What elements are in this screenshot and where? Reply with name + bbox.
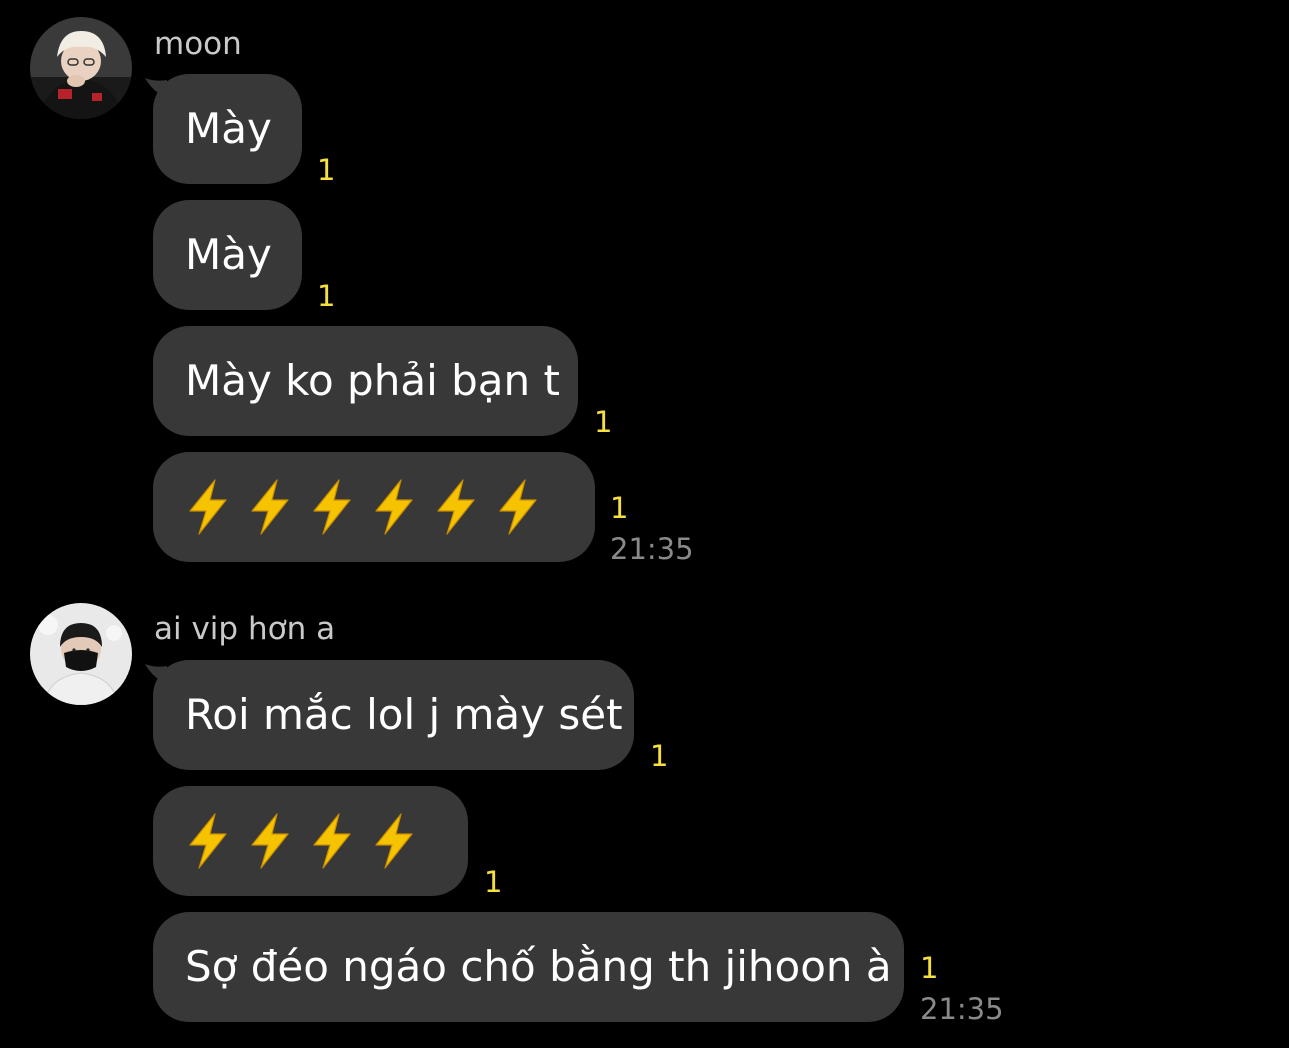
lightning-bolt-icon (251, 813, 289, 869)
message-bubble[interactable] (153, 452, 595, 562)
avatar-ai-vip-hon-a[interactable] (30, 603, 132, 705)
unread-count: 1 (484, 865, 503, 899)
message-text: Mày ko phải bạn t (185, 356, 560, 405)
user-avatar-icon (30, 603, 132, 705)
emoji-row (185, 813, 417, 869)
emoji-row (185, 479, 541, 535)
avatar-moon[interactable] (30, 17, 132, 119)
unread-count: 1 (317, 153, 336, 187)
unread-count: 1 (317, 279, 336, 313)
lightning-bolt-icon (189, 479, 227, 535)
unread-count: 1 (920, 951, 939, 985)
lightning-bolt-icon (251, 479, 289, 535)
sender-name-moon: moon (154, 26, 242, 62)
unread-count: 1 (650, 739, 669, 773)
lightning-bolt-icon (437, 479, 475, 535)
message-text: Sợ đéo ngáo chố bằng th jihoon à (185, 942, 892, 991)
unread-count: 1 (594, 405, 613, 439)
message-bubble[interactable]: Sợ đéo ngáo chố bằng th jihoon à (153, 912, 904, 1022)
message-text: Roi mắc lol j mày sét (185, 690, 623, 739)
message-bubble[interactable]: Mày ko phải bạn t (153, 326, 578, 436)
message-bubble[interactable] (153, 786, 468, 896)
message-timestamp: 21:35 (920, 992, 1004, 1026)
unread-count: 1 (610, 491, 629, 525)
message-bubble[interactable]: Mày (153, 200, 302, 310)
lightning-bolt-icon (313, 479, 351, 535)
sender-name-ai-vip-hon-a: ai vip hơn a (154, 611, 336, 647)
lightning-bolt-icon (189, 813, 227, 869)
lightning-bolt-icon (375, 479, 413, 535)
message-text: Mày (185, 230, 272, 279)
message-bubble[interactable]: Mày (153, 74, 302, 184)
lightning-bolt-icon (313, 813, 351, 869)
message-timestamp: 21:35 (610, 532, 694, 566)
message-bubble[interactable]: Roi mắc lol j mày sét (153, 660, 634, 770)
message-text: Mày (185, 104, 272, 153)
user-avatar-icon (30, 17, 132, 119)
lightning-bolt-icon (375, 813, 413, 869)
lightning-bolt-icon (499, 479, 537, 535)
